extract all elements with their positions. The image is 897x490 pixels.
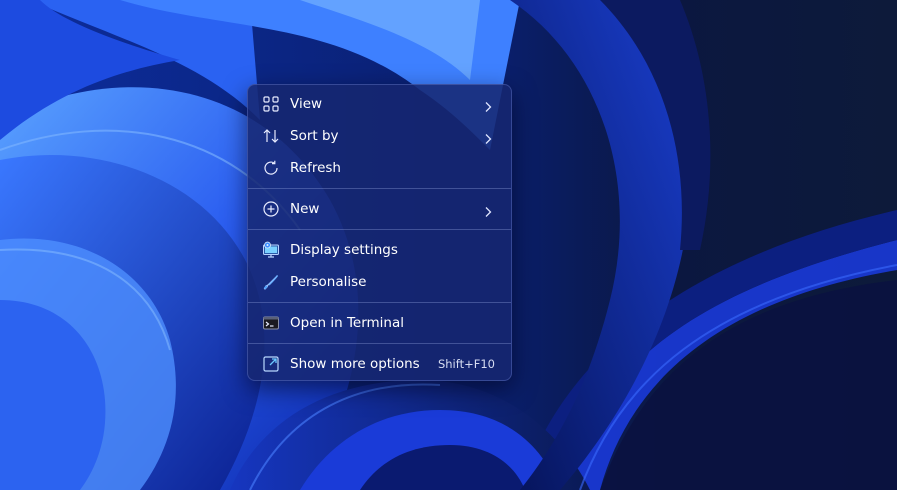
show-more-icon xyxy=(262,355,280,373)
view-grid-icon xyxy=(262,95,280,113)
refresh-icon xyxy=(262,159,280,177)
menu-item-show-more-options[interactable]: Show more options Shift+F10 xyxy=(252,348,507,380)
menu-item-refresh[interactable]: Refresh xyxy=(252,152,507,184)
menu-separator xyxy=(248,188,511,189)
menu-separator xyxy=(248,343,511,344)
chevron-right-icon xyxy=(483,98,493,112)
menu-item-personalise[interactable]: Personalise xyxy=(252,266,507,298)
menu-separator xyxy=(248,229,511,230)
desktop-context-menu: View Sort by Refresh New Display setting… xyxy=(247,84,512,381)
menu-item-label: View xyxy=(290,96,323,112)
sort-icon xyxy=(262,127,280,145)
paintbrush-icon xyxy=(262,273,280,291)
menu-separator xyxy=(248,302,511,303)
menu-item-view[interactable]: View xyxy=(252,88,507,120)
keyboard-shortcut: Shift+F10 xyxy=(437,357,495,371)
terminal-icon xyxy=(262,314,280,332)
menu-item-new[interactable]: New xyxy=(252,193,507,225)
chevron-right-icon xyxy=(483,130,493,144)
chevron-right-icon xyxy=(483,203,493,217)
menu-item-label: New xyxy=(290,201,320,217)
menu-item-label: Refresh xyxy=(290,160,341,176)
new-plus-icon xyxy=(262,200,280,218)
display-settings-icon xyxy=(262,241,280,259)
menu-item-label: Show more options xyxy=(290,356,420,372)
menu-item-label: Display settings xyxy=(290,242,398,258)
menu-item-label: Sort by xyxy=(290,128,339,144)
menu-item-label: Open in Terminal xyxy=(290,315,404,331)
menu-item-sort-by[interactable]: Sort by xyxy=(252,120,507,152)
menu-item-open-in-terminal[interactable]: Open in Terminal xyxy=(252,307,507,339)
menu-item-display-settings[interactable]: Display settings xyxy=(252,234,507,266)
menu-item-label: Personalise xyxy=(290,274,367,290)
